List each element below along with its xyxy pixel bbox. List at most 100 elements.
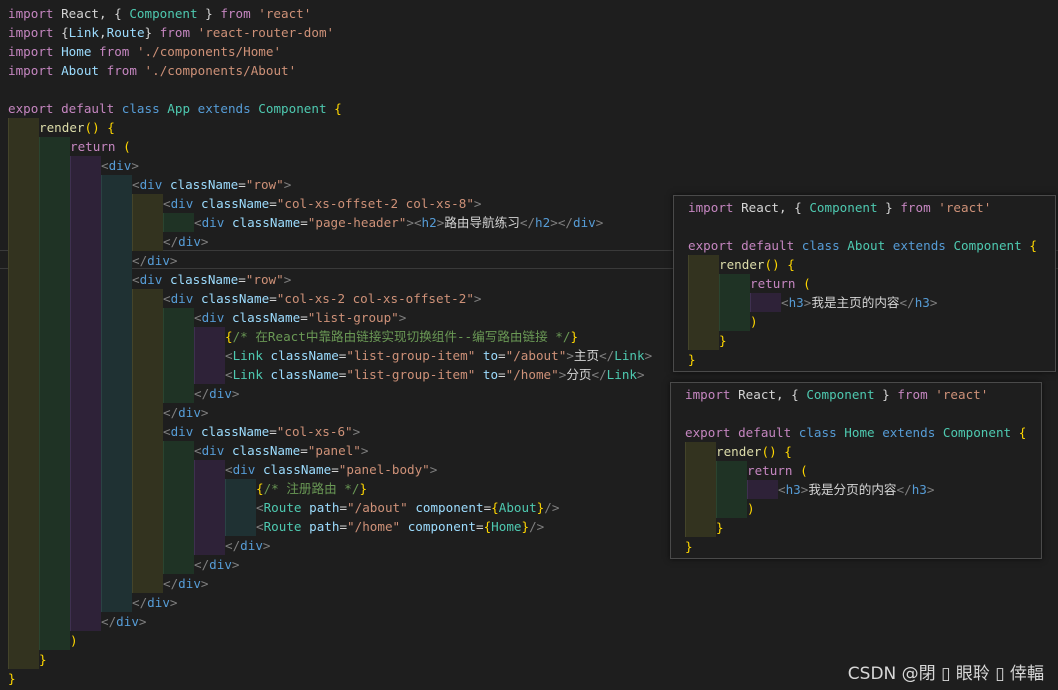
code-token: <	[778, 482, 786, 497]
indent-guide	[70, 156, 101, 175]
indent-guide	[688, 312, 719, 331]
code-token: )	[70, 633, 78, 648]
code-text: <div className="page-header"><h2>路由导航练习<…	[194, 215, 603, 230]
code-token: >	[169, 595, 178, 610]
code-token: About	[61, 63, 100, 78]
code-token: React, {	[730, 387, 807, 402]
code-token: ()	[764, 257, 780, 272]
code-token: h2	[421, 215, 437, 230]
indent-guide	[39, 346, 70, 365]
code-text: export default class Home extends Compon…	[685, 425, 1026, 440]
indent-guide	[101, 213, 132, 232]
code-line: }	[685, 518, 724, 537]
indent-guide	[8, 403, 39, 422]
code-text: <Route path="/home" component={Home}/>	[256, 519, 544, 534]
code-token: }	[8, 671, 16, 686]
code-line: export default class Home extends Compon…	[685, 423, 1026, 442]
indent-guide	[8, 232, 39, 251]
indent-guide	[132, 384, 163, 403]
code-token: </	[519, 215, 536, 230]
code-text: </div>	[194, 557, 240, 572]
code-token: {	[225, 329, 233, 344]
code-token: )	[747, 501, 755, 516]
indent-guide	[70, 194, 101, 213]
code-text: <div>	[101, 158, 139, 173]
code-token: "col-xs-2 col-xs-offset-2"	[276, 291, 474, 306]
indent-guide	[101, 251, 132, 270]
indent-guide	[39, 308, 70, 327]
indent-guide	[70, 517, 101, 536]
code-text: <div className="panel-body">	[225, 462, 437, 477]
code-token: import	[688, 200, 734, 215]
indent-guide	[132, 498, 163, 517]
indent-guide	[39, 460, 70, 479]
code-token: {	[107, 120, 115, 135]
code-text: <div className="col-xs-offset-2 col-xs-8…	[163, 196, 482, 211]
code-token: Route	[263, 500, 302, 515]
code-token: >	[200, 405, 209, 420]
indent-guide	[685, 442, 716, 461]
indent-guide	[70, 346, 101, 365]
code-line: export default class App extends Compone…	[0, 99, 342, 118]
code-line: import React, { Component } from 'react'	[0, 4, 311, 23]
code-text: </div>	[225, 538, 271, 553]
indent-guide	[101, 175, 132, 194]
code-line: )	[688, 312, 758, 331]
code-token: <	[163, 424, 171, 439]
code-token: div	[116, 614, 139, 629]
code-text: <Link className="list-group-item" to="/a…	[225, 348, 652, 363]
indent-guide	[39, 612, 70, 631]
code-token: 分页	[566, 367, 592, 382]
indent-guide	[194, 498, 225, 517]
code-token: >	[429, 462, 438, 477]
code-text: </div>	[163, 576, 209, 591]
code-line: </div>	[0, 555, 240, 574]
indent-guide	[688, 331, 719, 350]
code-token: h3	[785, 482, 801, 497]
indent-guide	[8, 536, 39, 555]
code-line: <div>	[0, 156, 139, 175]
code-token: export	[688, 238, 734, 253]
code-token: extends	[882, 425, 936, 440]
code-token: </	[132, 253, 148, 268]
code-line: import About from './components/About'	[0, 61, 296, 80]
code-token: >	[138, 614, 147, 629]
code-token: }	[877, 200, 901, 215]
code-token: <	[194, 443, 202, 458]
code-text: export default class App extends Compone…	[8, 101, 342, 116]
about-component-peek: import React, { Component } from 'react'…	[673, 195, 1056, 372]
code-token: from	[99, 44, 130, 59]
code-line: </div>	[0, 612, 147, 631]
code-token: /* 注册路由 */	[263, 481, 360, 496]
code-text: )	[747, 501, 755, 516]
code-token: className	[270, 348, 339, 363]
code-text: </div>	[163, 405, 209, 420]
code-token: Component	[129, 6, 198, 21]
code-token: render	[719, 257, 765, 272]
code-token: {	[787, 257, 795, 272]
code-token: Route	[263, 519, 302, 534]
code-token: render	[39, 120, 85, 135]
code-token: 'react'	[938, 200, 992, 215]
code-token: =	[339, 500, 348, 515]
code-token: <	[413, 215, 422, 230]
code-token: from	[159, 25, 191, 40]
indent-guide	[8, 631, 39, 650]
code-token: <	[163, 291, 171, 306]
indent-guide	[101, 574, 132, 593]
code-token: >	[231, 557, 240, 572]
indent-guide	[194, 536, 225, 555]
code-token: className	[231, 215, 301, 230]
code-text: }	[8, 671, 16, 686]
indent-guide	[70, 536, 101, 555]
code-token: </	[163, 234, 179, 249]
code-token: >	[637, 367, 645, 382]
